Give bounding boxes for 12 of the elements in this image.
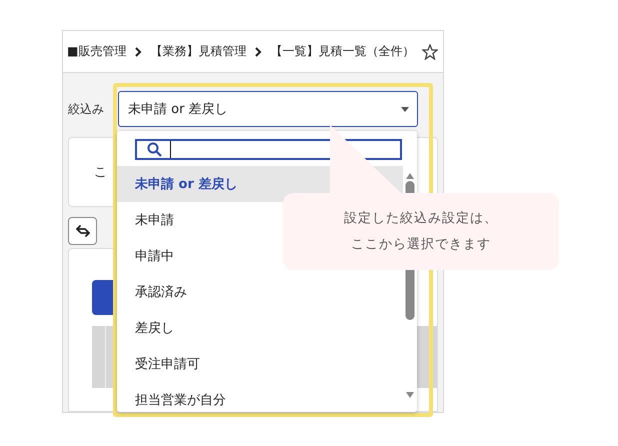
breadcrumb-link[interactable]: ■販売管理 [67,43,126,60]
tooltip-text: ここから選択できます [351,236,491,253]
tooltip-text: 設定した絞込み設定は、 [344,210,498,227]
breadcrumb-link[interactable]: 【一覧】見積一覧（全件） [270,43,414,60]
notice-text: こ [94,164,107,181]
dropdown-option[interactable]: 担当営業が自分 [117,382,403,412]
breadcrumb-link[interactable]: 【業務】見積管理 [150,43,246,60]
dropdown-option[interactable]: 受注申請可 [117,346,403,382]
dropdown-option[interactable]: 差戻し [117,310,403,346]
filter-label: 絞込み [68,100,105,118]
dropdown-option[interactable]: 承認済み [117,274,403,310]
filter-select[interactable]: 未申請 or 差戻し [118,91,418,127]
